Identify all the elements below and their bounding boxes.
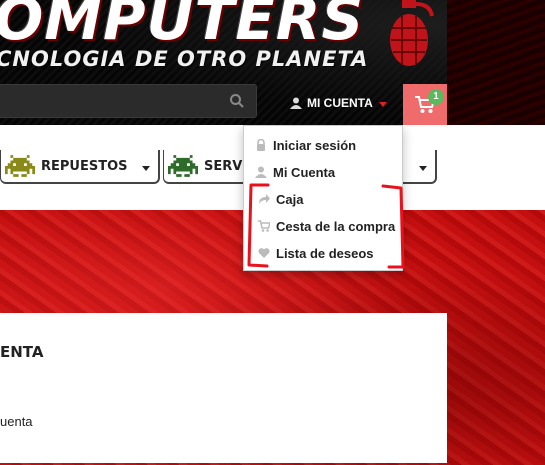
space-invader-green-icon: [168, 155, 198, 177]
chevron-down-icon: [142, 166, 150, 171]
menu-item-login[interactable]: Iniciar sesión: [255, 134, 413, 156]
site-header: OMPUTERS CNOLOGIA DE OTRO PLANETA MI CUE…: [0, 0, 545, 125]
lock-icon: [257, 139, 265, 151]
cart-icon: [258, 220, 270, 232]
content-panel: ENTA uenta: [0, 313, 447, 463]
panel-title: ENTA: [0, 343, 44, 361]
grenade-logo-icon: [390, 0, 434, 66]
chevron-down-icon: [419, 166, 427, 171]
account-label: MI CUENTA: [307, 96, 373, 110]
chevron-down-icon: [378, 101, 387, 107]
search-bar: [0, 84, 257, 118]
user-icon: [255, 166, 267, 178]
heart-icon: [258, 248, 270, 258]
menu-item-label: Cesta de la compra: [276, 218, 396, 234]
brand-tagline: CNOLOGIA DE OTRO PLANETA: [0, 47, 369, 71]
menu-item-label: Lista de deseos: [276, 245, 374, 261]
share-arrow-icon: [259, 194, 270, 204]
account-dropdown-menu: Iniciar sesión Mi Cuenta Caja Cesta de l…: [243, 125, 403, 271]
cart-count-badge: 1: [428, 89, 444, 105]
menu-item-label: Iniciar sesión: [273, 137, 357, 153]
menu-item-my-account[interactable]: Mi Cuenta: [255, 161, 413, 183]
space-invader-yellow-icon: [5, 155, 35, 177]
menu-item-wishlist[interactable]: Lista de deseos: [258, 242, 416, 264]
search-input[interactable]: [0, 85, 220, 117]
nav-item-label: SERVI: [204, 158, 248, 174]
nav-item-label: REPUESTOS: [41, 158, 128, 174]
menu-item-label: Caja: [276, 191, 304, 207]
search-icon[interactable]: [229, 93, 245, 109]
panel-account-link[interactable]: uenta: [0, 414, 33, 429]
menu-item-label: Mi Cuenta: [273, 164, 336, 180]
header-background-strip: [447, 0, 545, 125]
menu-item-shopping-cart[interactable]: Cesta de la compra: [258, 215, 416, 237]
brand-logo-text[interactable]: OMPUTERS: [0, 0, 364, 52]
menu-item-checkout[interactable]: Caja: [258, 188, 416, 210]
cart-button[interactable]: 1: [403, 84, 447, 125]
nav-item-repuestos[interactable]: REPUESTOS: [0, 150, 160, 184]
user-icon: [290, 97, 302, 109]
account-menu-toggle[interactable]: MI CUENTA: [290, 92, 387, 114]
